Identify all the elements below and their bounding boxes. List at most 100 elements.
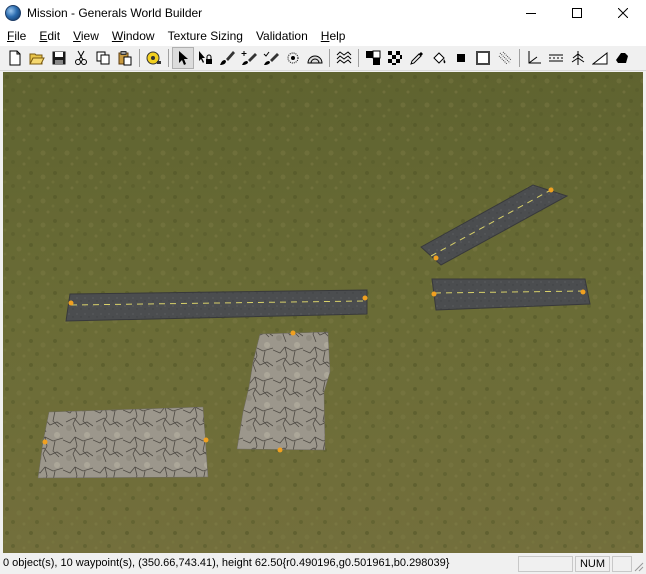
brush-button[interactable]: [216, 47, 238, 69]
status-text: 0 object(s), 10 waypoint(s), (350.66,743…: [3, 557, 450, 569]
toolbar-separator: [358, 49, 359, 67]
waypoint[interactable]: [431, 291, 437, 297]
black-square-icon: [457, 54, 465, 62]
save-icon: [52, 51, 66, 65]
pointer-button[interactable]: [172, 47, 194, 69]
black-square-button[interactable]: [450, 47, 472, 69]
road-segment-right[interactable]: [431, 278, 591, 311]
pointer-lock-icon: [199, 51, 212, 64]
menu-help-label: elp: [329, 29, 346, 43]
waypoint[interactable]: [277, 447, 283, 453]
waypoint-button[interactable]: [611, 47, 633, 69]
paste-button[interactable]: [114, 47, 136, 69]
cracked-ground-left[interactable]: [37, 406, 209, 479]
water-button[interactable]: [333, 47, 355, 69]
paste-icon: [118, 51, 132, 66]
app-window: Mission - Generals World Builder File Ed…: [0, 0, 646, 574]
outline-square-button[interactable]: [472, 47, 494, 69]
cut-button[interactable]: [70, 47, 92, 69]
axis-button[interactable]: [523, 47, 545, 69]
eyedropper-icon: [410, 52, 423, 65]
outline-square-icon: [476, 51, 490, 65]
menu-help[interactable]: Help: [314, 26, 352, 46]
toolbar: [0, 46, 646, 71]
checker-small-icon: [366, 50, 381, 65]
new-file-icon: [9, 50, 21, 66]
waypoint[interactable]: [290, 330, 296, 336]
checker-large-icon: [388, 51, 402, 65]
minimize-icon: [526, 13, 536, 14]
open-button[interactable]: [26, 47, 48, 69]
eyedropper-button[interactable]: [406, 47, 428, 69]
menu-file-label: ile: [14, 29, 27, 43]
brush-plus-icon: [241, 51, 257, 65]
waypoint-icon: [616, 53, 628, 63]
waypoint[interactable]: [203, 437, 209, 443]
feather-brush-icon: [287, 52, 299, 64]
waypoint[interactable]: [548, 187, 554, 193]
flood-fill-button[interactable]: [428, 47, 450, 69]
waypoint[interactable]: [68, 300, 74, 306]
status-pane-empty: [518, 556, 573, 572]
new-file-button[interactable]: [4, 47, 26, 69]
brush-check-button[interactable]: [260, 47, 282, 69]
status-pane-num: NUM: [575, 556, 610, 572]
scorch-button[interactable]: [494, 47, 516, 69]
water-waves-icon: [336, 51, 352, 64]
brush-plus-button[interactable]: [238, 47, 260, 69]
menu-bar: File Edit View Window Texture Sizing Val…: [0, 26, 646, 46]
title-bar[interactable]: Mission - Generals World Builder: [0, 0, 646, 26]
menu-view[interactable]: View: [66, 26, 105, 46]
ramp-button[interactable]: [589, 47, 611, 69]
menu-file[interactable]: File: [0, 26, 32, 46]
dome-icon: [307, 55, 323, 64]
save-button[interactable]: [48, 47, 70, 69]
menu-window-accel: W: [111, 29, 124, 43]
pointer-lock-button[interactable]: [194, 47, 216, 69]
open-folder-icon: [29, 53, 45, 65]
checker-small-button[interactable]: [362, 47, 384, 69]
menu-validation-label: Validation: [255, 29, 308, 43]
status-pane-extra: [612, 556, 632, 572]
brush-icon: [220, 51, 235, 65]
menu-view-accel: V: [73, 29, 81, 43]
copy-icon: [96, 51, 110, 65]
cut-icon: [75, 50, 87, 65]
axis-icon: [528, 51, 541, 64]
waypoint[interactable]: [42, 439, 48, 445]
scorch-icon: [498, 51, 512, 65]
tree-button[interactable]: [567, 47, 589, 69]
menu-edit-label: dit: [47, 29, 61, 43]
minimize-button[interactable]: [508, 0, 554, 26]
window-controls: [508, 0, 646, 26]
map-viewport[interactable]: [3, 72, 643, 553]
flood-fill-icon: [433, 52, 446, 64]
window-title: Mission - Generals World Builder: [27, 6, 203, 20]
feather-brush-button[interactable]: [282, 47, 304, 69]
menu-window[interactable]: Window: [105, 26, 161, 46]
maximize-button[interactable]: [554, 0, 600, 26]
toolbar-separator: [168, 49, 169, 67]
waypoint[interactable]: [433, 255, 439, 261]
globe-icon: [5, 5, 21, 21]
resize-grip-icon[interactable]: [632, 560, 644, 572]
waypoint[interactable]: [580, 289, 586, 295]
menu-validation[interactable]: Validation: [249, 26, 314, 46]
dome-button[interactable]: [304, 47, 326, 69]
toolbar-separator: [329, 49, 330, 67]
road-tool-button[interactable]: [545, 47, 567, 69]
status-bar: 0 object(s), 10 waypoint(s), (350.66,743…: [0, 554, 646, 574]
terrain-view[interactable]: [3, 72, 643, 553]
ramp-icon: [592, 51, 608, 65]
tree-icon: [571, 51, 585, 65]
tape-measure-button[interactable]: [143, 47, 165, 69]
copy-button[interactable]: [92, 47, 114, 69]
waypoint[interactable]: [362, 295, 368, 301]
tape-measure-icon: [146, 51, 161, 65]
checker-large-button[interactable]: [384, 47, 406, 69]
menu-edit[interactable]: Edit: [32, 26, 66, 46]
maximize-icon: [572, 8, 582, 18]
menu-window-label: indow: [123, 29, 155, 43]
menu-texture-sizing[interactable]: Texture Sizing: [161, 26, 249, 46]
close-button[interactable]: [600, 0, 646, 26]
